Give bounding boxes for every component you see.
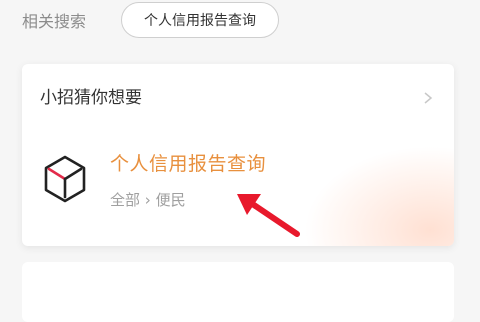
related-search-bar: 相关搜索 个人信用报告查询 <box>0 0 480 56</box>
related-search-chip[interactable]: 个人信用报告查询 <box>121 2 279 38</box>
chevron-right-icon[interactable] <box>422 92 434 104</box>
card-header-title: 小招猜你想要 <box>40 88 142 108</box>
cube-logo-icon <box>44 155 86 203</box>
breadcrumb-separator: › <box>144 191 151 209</box>
result-breadcrumb: 全部 › 便民 <box>110 188 186 212</box>
related-search-label: 相关搜索 <box>22 12 87 31</box>
result-title[interactable]: 个人信用报告查询 <box>110 150 266 178</box>
result-category: 全部 <box>110 191 141 209</box>
red-annotation-arrow-icon <box>237 194 300 237</box>
lower-card <box>22 262 454 322</box>
result-subcategory: 便民 <box>155 191 186 209</box>
